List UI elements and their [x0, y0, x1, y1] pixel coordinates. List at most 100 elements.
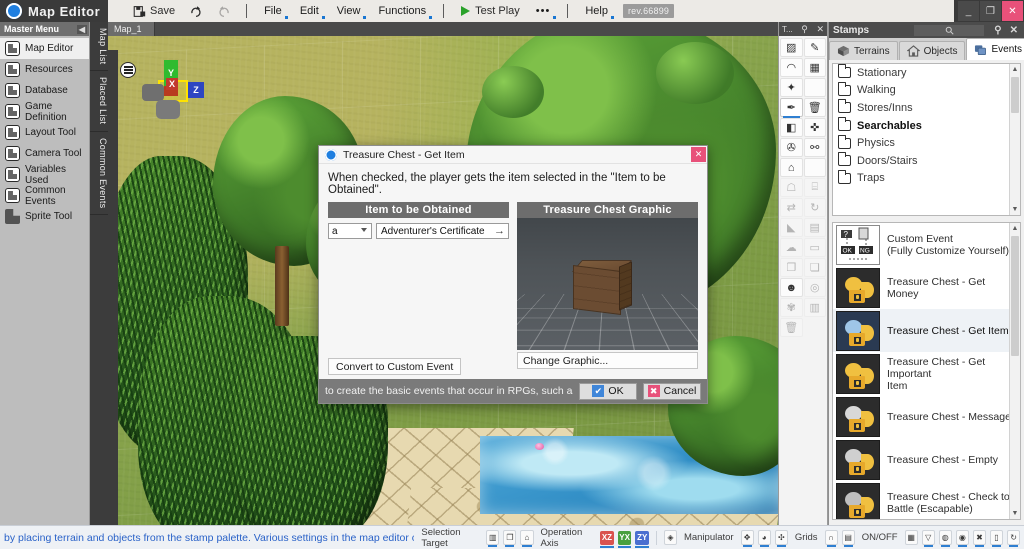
undo-button[interactable] [210, 1, 238, 21]
folder-item[interactable]: Traps [833, 169, 1020, 188]
event-stamp-row[interactable]: Treasure Chest - Get Money [833, 266, 1020, 309]
viewport-menu-button[interactable] [120, 62, 136, 78]
gizmo-axis-x[interactable]: X [166, 78, 178, 90]
item-slot-dropdown[interactable]: a [328, 223, 372, 239]
sidebar-item-game-definition[interactable]: Game Definition [0, 101, 89, 123]
slope-tool[interactable]: ◣ [780, 218, 803, 237]
event-scroll-down-icon[interactable]: ▼ [1010, 508, 1020, 519]
copy-tool[interactable]: ❐ [780, 258, 803, 277]
menu-view[interactable]: View [328, 1, 370, 21]
sidebar-item-camera-tool[interactable]: Camera Tool [0, 143, 89, 164]
cloud-tool[interactable]: ☁ [780, 238, 803, 257]
marquee-select-tool[interactable]: ▨ [780, 38, 803, 57]
sidebar-item-database[interactable]: Database [0, 80, 89, 101]
globe-icon[interactable]: ◉ [955, 530, 969, 547]
show-grid-icon[interactable]: ▤ [841, 530, 855, 547]
folder-item[interactable]: Physics [833, 134, 1020, 152]
sidebar-item-variables-used[interactable]: Variables Used [0, 164, 89, 186]
close-button[interactable]: ✕ [1002, 1, 1023, 21]
pen-tool[interactable]: ✒ [780, 98, 803, 118]
lasso-select-tool[interactable]: ◠ [780, 58, 803, 77]
signpost-tool[interactable]: ⌸ [803, 178, 826, 197]
menu-file[interactable]: File [255, 1, 291, 21]
event-stamp-row[interactable]: Treasure Chest - Check to Battle (Escapab… [833, 481, 1020, 519]
menu-help[interactable]: Help [576, 1, 617, 21]
fill-tool[interactable]: 🗑 [803, 98, 826, 117]
building-tool[interactable]: ⌂ [780, 158, 803, 177]
event-list-scrollbar[interactable]: ▲ ▼ [1009, 223, 1020, 519]
dialog-close-button[interactable]: ✕ [691, 147, 706, 162]
event-stamp-row[interactable]: Treasure Chest - Empty [833, 438, 1020, 481]
folder-item[interactable]: Stationary [833, 64, 1020, 82]
arrange-tool[interactable]: ❏ [803, 258, 826, 277]
menu-edit[interactable]: Edit [291, 1, 328, 21]
link-tool[interactable]: ⚯ [803, 138, 826, 157]
ok-button[interactable]: ✔ OK [579, 382, 637, 400]
chevron-left-icon[interactable]: ◀ [76, 24, 87, 34]
scroll-down-icon[interactable]: ▼ [1010, 204, 1020, 215]
pin-place-tool[interactable]: ✜ [803, 118, 826, 137]
event-stamp-row[interactable]: Treasure Chest - Get Item [833, 309, 1020, 352]
stamps-search-box[interactable] [914, 24, 985, 36]
tab-map-list[interactable]: Map List [90, 22, 108, 72]
magic-select-tool[interactable]: ✦ [780, 78, 803, 97]
chest-3d-preview[interactable] [517, 218, 698, 350]
door-tool[interactable]: ▥ [803, 298, 826, 317]
sidebar-item-layout-tool[interactable]: Layout Tool [0, 122, 89, 143]
stamp-tool[interactable]: ✇ [780, 138, 803, 157]
tab-objects[interactable]: Objects [898, 41, 966, 60]
scroll-up-icon[interactable]: ▲ [1010, 64, 1020, 75]
sidebar-item-common-events[interactable]: Common Events [0, 185, 89, 207]
mirror-tool[interactable]: ⇄ [780, 198, 803, 217]
event-scroll-up-icon[interactable]: ▲ [1010, 223, 1020, 234]
stamps-close-icon[interactable]: ✕ [1008, 25, 1020, 36]
scroll-thumb[interactable] [1011, 77, 1019, 113]
cancel-button[interactable]: ✖ Cancel [643, 382, 701, 400]
manipulator-mode-icon[interactable]: ◈ [663, 530, 677, 545]
axis-button-yx[interactable]: YX [617, 530, 632, 548]
save-button[interactable]: Save [126, 1, 182, 21]
close-icon[interactable]: ✕ [816, 24, 824, 35]
freehand-select-tool[interactable]: ✎ [803, 38, 826, 57]
event-stamp-row[interactable]: ? OK NG Custom Event (Fully Customize Yourse… [833, 223, 1020, 266]
arrow-right-icon[interactable]: → [494, 226, 505, 237]
grid-select-icon[interactable]: ▥ [486, 530, 500, 547]
event-stamp-row[interactable]: Treasure Chest - Message [833, 395, 1020, 438]
redo-button[interactable] [182, 1, 210, 21]
minimize-button[interactable]: _ [958, 1, 979, 21]
pin-icon[interactable]: ⚲ [801, 24, 808, 35]
fog-icon[interactable]: ◍ [938, 530, 952, 547]
item-name-field[interactable]: Adventurer's Certificate → [376, 223, 509, 239]
sidebar-item-map-editor[interactable]: Map Editor [0, 38, 89, 59]
folder-item[interactable]: Searchables [833, 117, 1020, 135]
rotate-manipulator-icon[interactable]: ◕ [757, 530, 771, 547]
menu-functions[interactable]: Functions [369, 1, 435, 21]
event-stamp-row[interactable]: Treasure Chest - Get Important Item [833, 352, 1020, 395]
more-options-button[interactable]: ••• [527, 1, 560, 21]
tab-placed-list[interactable]: Placed List [90, 71, 108, 132]
test-play-button[interactable]: Test Play [452, 1, 527, 21]
scale-manipulator-icon[interactable]: ✣ [774, 530, 788, 547]
stamp-folder-list[interactable]: ▲ ▼ Stationary Walking Stores/Inns Searchab… [832, 63, 1021, 216]
map-tab-map-1[interactable]: Map_1 [108, 22, 155, 36]
eraser-tool[interactable]: ◧ [780, 118, 803, 137]
effect-tool[interactable]: ✾ [780, 298, 803, 317]
convert-to-custom-event-button[interactable]: Convert to Custom Event [328, 358, 462, 375]
stamps-pin-icon[interactable]: ⚲ [992, 25, 1003, 36]
grid-select-tool[interactable]: ▦ [803, 58, 826, 77]
folder-item[interactable]: Walking [833, 81, 1020, 100]
tab-common-events[interactable]: Common Events [90, 132, 108, 216]
axis-button-zy[interactable]: ZY [635, 530, 650, 548]
grid-toggle-icon[interactable]: ▦ [904, 530, 918, 545]
column-icon[interactable]: ▯ [989, 530, 1004, 547]
folder-item[interactable]: Doors/Stairs [833, 152, 1020, 170]
delete-tool[interactable]: 🗑 [780, 318, 803, 337]
event-stamp-list[interactable]: ▲ ▼ ? OK NG Custom Event (Fully Customize Yo… [832, 222, 1021, 520]
folder-item[interactable]: Stores/Inns [833, 99, 1020, 117]
npc-tool[interactable]: ☖ [780, 178, 803, 197]
tab-events[interactable]: Events [966, 38, 1024, 60]
object-select-icon[interactable]: ⌂ [520, 530, 534, 547]
axis-button-xz[interactable]: XZ [600, 530, 614, 548]
selected-object-gizmo[interactable]: Y X Z [142, 58, 222, 128]
folder-list-scrollbar[interactable]: ▲ ▼ [1009, 64, 1020, 215]
